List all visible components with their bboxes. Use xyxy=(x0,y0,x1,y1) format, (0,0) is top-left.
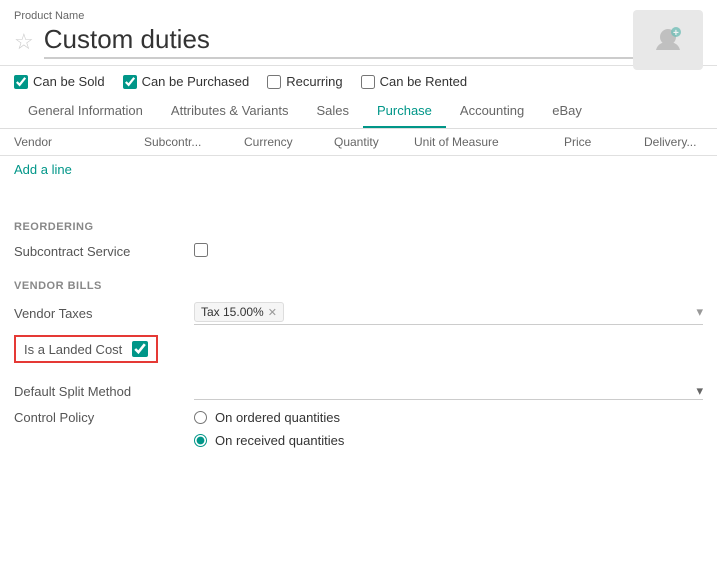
default-split-method-row: Default Split Method ▾ xyxy=(14,383,703,400)
tab-general-information[interactable]: General Information xyxy=(14,95,157,128)
landed-cost-row: Is a Landed Cost xyxy=(14,335,158,363)
product-photo-placeholder[interactable]: + xyxy=(633,10,703,70)
col-currency: Currency xyxy=(244,135,334,149)
subcontract-service-checkbox[interactable] xyxy=(194,243,208,257)
landed-cost-label: Is a Landed Cost xyxy=(24,342,122,357)
radio-on-received-input[interactable] xyxy=(194,434,207,447)
svg-text:+: + xyxy=(673,28,679,39)
control-policy-row: Control Policy On ordered quantities On … xyxy=(14,410,703,448)
radio-on-ordered-label: On ordered quantities xyxy=(215,410,340,425)
vendor-bills-section: Vendor Bills Vendor Taxes Tax 15.00% ✕ ▾… xyxy=(14,280,703,448)
tab-sales[interactable]: Sales xyxy=(302,95,363,128)
vendor-bills-title: Vendor Bills xyxy=(14,280,703,292)
tax-badge: Tax 15.00% ✕ xyxy=(194,302,284,322)
col-price: Price xyxy=(564,135,644,149)
radio-on-received[interactable]: On received quantities xyxy=(194,433,703,448)
radio-on-ordered-input[interactable] xyxy=(194,411,207,424)
tab-attributes-variants[interactable]: Attributes & Variants xyxy=(157,95,303,128)
col-delivery: Delivery... xyxy=(644,135,717,149)
tab-accounting[interactable]: Accounting xyxy=(446,95,538,128)
can-be-sold-checkbox[interactable]: Can be Sold xyxy=(14,74,105,89)
can-be-purchased-input[interactable] xyxy=(123,75,137,89)
can-be-purchased-checkbox[interactable]: Can be Purchased xyxy=(123,74,250,89)
product-name-label: Product Name xyxy=(14,10,703,22)
add-line-button[interactable]: Add a line xyxy=(0,156,717,183)
col-subcontract: Subcontr... xyxy=(144,135,244,149)
main-content: Reordering Subcontract Service Vendor Bi… xyxy=(0,183,717,472)
col-quantity: Quantity xyxy=(334,135,414,149)
vendor-taxes-field[interactable]: Tax 15.00% ✕ ▾ xyxy=(194,302,703,325)
subcontract-service-label: Subcontract Service xyxy=(14,244,194,259)
can-be-rented-checkbox[interactable]: Can be Rented xyxy=(361,74,467,89)
tax-badge-remove[interactable]: ✕ xyxy=(268,306,277,319)
landed-cost-checkbox[interactable] xyxy=(132,341,148,357)
reordering-section: Reordering Subcontract Service xyxy=(14,221,703,260)
product-title[interactable]: Custom duties xyxy=(44,24,668,59)
recurring-checkbox[interactable]: Recurring xyxy=(267,74,342,89)
tab-purchase[interactable]: Purchase xyxy=(363,95,446,128)
subcontract-service-row: Subcontract Service xyxy=(14,243,703,260)
default-split-arrow: ▾ xyxy=(696,383,703,399)
vendor-table-header: Vendor Subcontr... Currency Quantity Uni… xyxy=(0,129,717,156)
tab-ebay[interactable]: eBay xyxy=(538,95,596,128)
checkboxes-row: Can be Sold Can be Purchased Recurring C… xyxy=(0,66,717,95)
control-policy-options: On ordered quantities On received quanti… xyxy=(194,410,703,448)
control-policy-label: Control Policy xyxy=(14,410,194,425)
default-split-method-field[interactable]: ▾ xyxy=(194,383,703,400)
landed-cost-container: Is a Landed Cost xyxy=(14,335,703,373)
recurring-input[interactable] xyxy=(267,75,281,89)
favorite-star-icon[interactable]: ☆ xyxy=(14,29,34,55)
tax-badge-text: Tax 15.00% xyxy=(201,305,264,319)
default-split-method-label: Default Split Method xyxy=(14,384,194,399)
tabs-bar: General Information Attributes & Variant… xyxy=(0,95,717,129)
radio-on-received-label: On received quantities xyxy=(215,433,344,448)
can-be-rented-input[interactable] xyxy=(361,75,375,89)
can-be-sold-input[interactable] xyxy=(14,75,28,89)
vendor-taxes-dropdown-arrow[interactable]: ▾ xyxy=(696,304,703,320)
vendor-taxes-label: Vendor Taxes xyxy=(14,306,194,321)
col-unit-of-measure: Unit of Measure xyxy=(414,135,564,149)
radio-on-ordered[interactable]: On ordered quantities xyxy=(194,410,703,425)
subcontract-service-value xyxy=(194,243,703,260)
reordering-title: Reordering xyxy=(14,221,703,233)
vendor-taxes-row: Vendor Taxes Tax 15.00% ✕ ▾ xyxy=(14,302,703,325)
col-vendor: Vendor xyxy=(14,135,144,149)
